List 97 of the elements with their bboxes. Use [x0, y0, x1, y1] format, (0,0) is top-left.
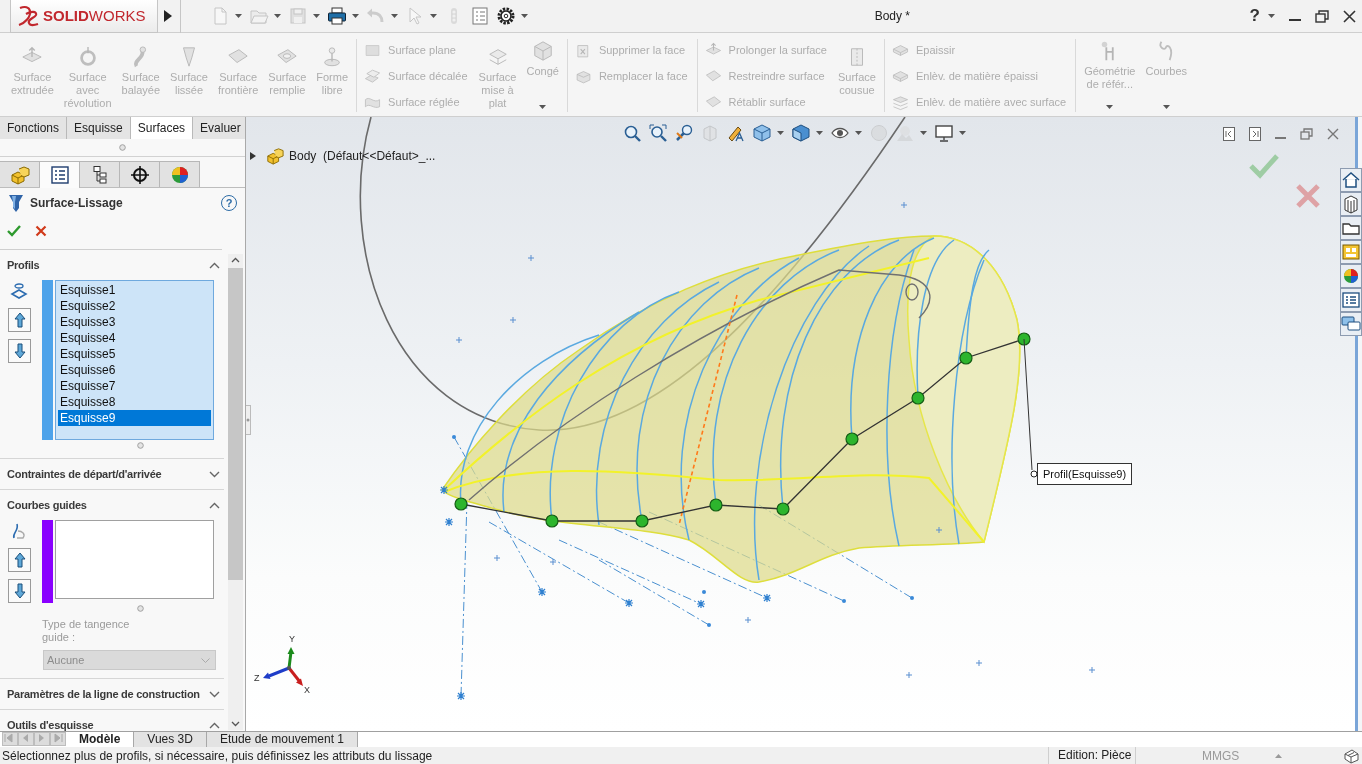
- window-title: Body *: [874, 9, 910, 23]
- list-item[interactable]: Esquisse2: [58, 298, 211, 314]
- logo-swoosh-icon: [17, 4, 39, 27]
- cross-icon: [35, 225, 47, 237]
- manager-tab[interactable]: [120, 161, 160, 187]
- part-blocks-icon: [266, 147, 284, 165]
- tab[interactable]: Vues 3D: [134, 732, 207, 747]
- checkmark-icon[interactable]: [1249, 153, 1279, 179]
- crosshair-icon: [129, 164, 150, 185]
- scrollbar[interactable]: [228, 254, 243, 730]
- scroll-thumb[interactable]: [228, 268, 243, 580]
- right-panel-icon[interactable]: [1249, 127, 1261, 141]
- list-item[interactable]: Esquisse1: [58, 282, 211, 298]
- caret-icon[interactable]: [959, 131, 966, 135]
- list-icon[interactable]: [1340, 288, 1362, 312]
- cube-icon: [531, 40, 554, 62]
- left-panel-icon[interactable]: [1223, 127, 1235, 141]
- panel-title: Surface-Lissage: [30, 196, 123, 210]
- field-label: Type de tangence guide :: [42, 618, 130, 644]
- axis-label: Z: [254, 673, 260, 683]
- grip-icon[interactable]: [136, 605, 144, 612]
- grip-icon[interactable]: [246, 405, 251, 435]
- guide-curve-icon: [10, 523, 28, 539]
- chat-bubbles-icon[interactable]: [1340, 312, 1362, 336]
- axis-label: Y: [289, 634, 295, 644]
- home-icon[interactable]: [1340, 168, 1362, 192]
- list-panel-icon: [49, 165, 70, 185]
- magnifier-icon[interactable]: [649, 124, 667, 142]
- offset-sheets-icon: [364, 67, 382, 85]
- caret-icon[interactable]: [1268, 14, 1275, 18]
- chevron-down-icon: [201, 657, 210, 663]
- box-icon[interactable]: [1343, 747, 1359, 764]
- caret-icon[interactable]: [521, 14, 528, 18]
- edit-mode-label: Edition: Pièce: [1048, 747, 1136, 764]
- list-item[interactable]: Esquisse5: [58, 346, 211, 362]
- move-up-button[interactable]: [8, 308, 31, 332]
- printer-icon[interactable]: [327, 6, 347, 26]
- ok-button[interactable]: [7, 225, 21, 237]
- caret-icon[interactable]: [352, 14, 359, 18]
- shaded-cube-icon[interactable]: [792, 124, 810, 142]
- magnifier-icon[interactable]: [675, 124, 693, 142]
- gear-icon[interactable]: [496, 6, 516, 26]
- down-arrow-icon: [13, 343, 26, 359]
- pencil-icon[interactable]: [727, 124, 745, 142]
- help-button[interactable]: ?: [1249, 6, 1260, 26]
- caret-icon[interactable]: [855, 131, 862, 135]
- move-down-button[interactable]: [8, 339, 31, 363]
- grip-icon[interactable]: [136, 442, 144, 449]
- section-header[interactable]: Profils: [0, 250, 224, 280]
- book-stack-icon[interactable]: [1340, 192, 1362, 216]
- tree-item-label[interactable]: Body (Défaut<<Défaut>_...: [289, 149, 436, 163]
- cancel-button[interactable]: [35, 225, 47, 237]
- down-arrow-icon: [13, 583, 26, 599]
- restore-icon[interactable]: [1315, 9, 1329, 23]
- part-blocks-icon: [9, 164, 30, 185]
- selection-list-field[interactable]: [55, 520, 214, 599]
- triangle-icon[interactable]: [164, 10, 172, 22]
- caret-icon[interactable]: [816, 131, 823, 135]
- checkmark-icon: [7, 225, 21, 237]
- section-header[interactable]: Paramètres de la ligne de construction: [0, 679, 224, 709]
- caret-icon[interactable]: [777, 131, 784, 135]
- callout-label[interactable]: Profil(Esquisse9): [1037, 463, 1133, 485]
- monitor-icon[interactable]: [935, 124, 953, 142]
- up-arrow-icon: [13, 312, 26, 328]
- move-up-button[interactable]: [8, 548, 31, 572]
- logo-text: SOLIDWORKS: [43, 7, 146, 24]
- logo-plate[interactable]: SOLIDWORKS: [10, 0, 158, 33]
- list-item[interactable]: Esquisse9: [58, 410, 211, 426]
- expand-triangle-icon[interactable]: [250, 152, 256, 160]
- tab[interactable]: Esquisse: [67, 117, 131, 139]
- list-item[interactable]: Esquisse6: [58, 362, 211, 378]
- status-message: Sélectionnez plus de profils, si nécessaire, puis définissez les attributs du lissage: [2, 748, 433, 763]
- stacked-sheets-icon: [891, 93, 909, 111]
- loft-icon: [8, 193, 24, 213]
- list-item[interactable]: Esquisse4: [58, 330, 211, 346]
- magnifier-icon[interactable]: [623, 124, 641, 142]
- grip-icon[interactable]: [119, 144, 126, 151]
- color-ball-icon: [169, 164, 190, 185]
- list-item[interactable]: Esquisse3: [58, 314, 211, 330]
- axis-triad-icon: [261, 646, 305, 688]
- view-palette-icon[interactable]: [1340, 240, 1362, 264]
- tab[interactable]: Etude de mouvement 1: [206, 732, 358, 747]
- section-header[interactable]: Courbes guides: [0, 490, 224, 520]
- list-item[interactable]: Esquisse8: [58, 394, 211, 410]
- flatten-icon: [486, 46, 509, 68]
- list-item[interactable]: Esquisse7: [58, 378, 211, 394]
- profile-icon: [10, 283, 28, 299]
- axis-label: X: [304, 685, 310, 695]
- folder-icon[interactable]: [1340, 216, 1362, 240]
- selection-list-field[interactable]: Esquisse1 Esquisse2 Esquisse3 Esquisse4 Esquisse5 Esquisse6 Esquisse7 Esquisse8 Esquisse9: [55, 280, 214, 440]
- tab[interactable]: Evaluer: [193, 117, 245, 139]
- up-arrow-icon: [13, 552, 26, 568]
- cube-icon[interactable]: [753, 124, 771, 142]
- tab[interactable]: Fonctions: [0, 117, 68, 139]
- move-down-button[interactable]: [8, 579, 31, 603]
- tab[interactable]: Surfaces: [130, 117, 194, 139]
- close-icon[interactable]: [1343, 9, 1356, 23]
